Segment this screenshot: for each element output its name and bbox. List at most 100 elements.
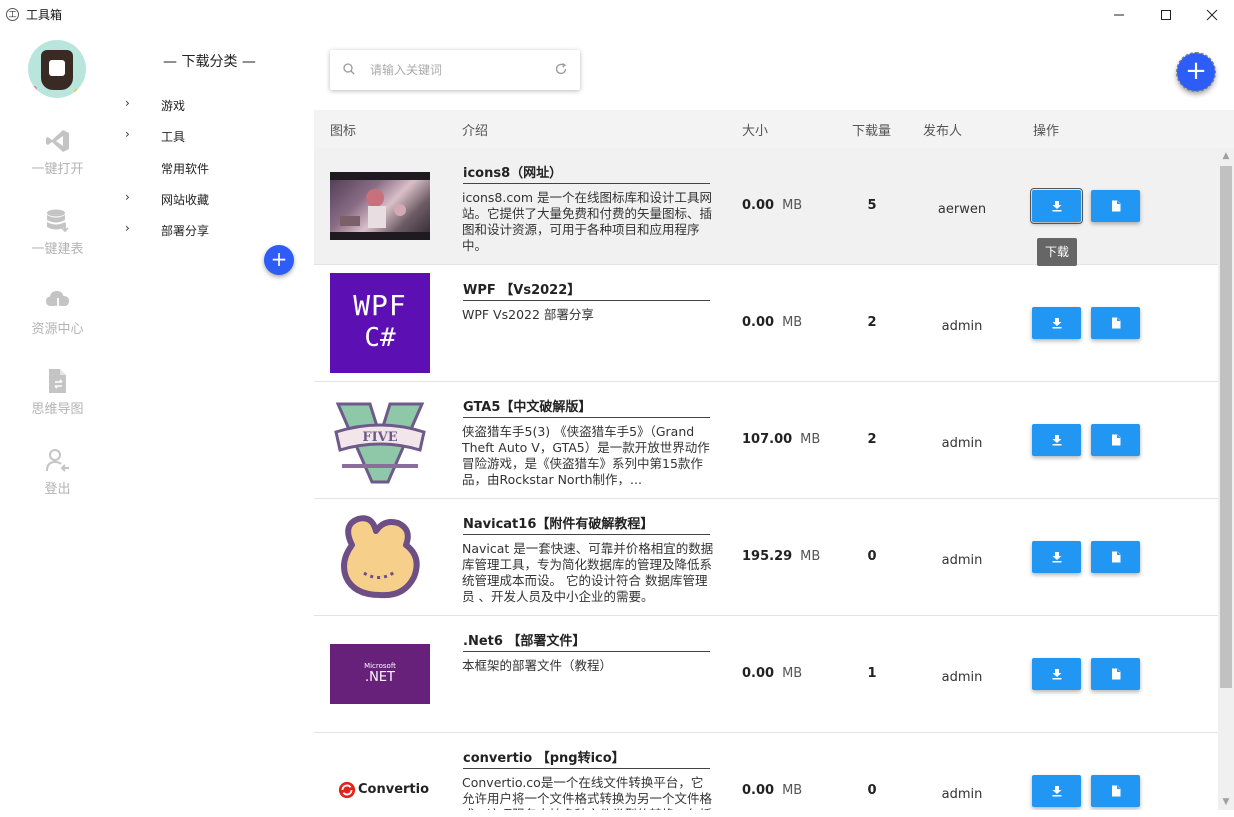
file-icon: [1111, 434, 1120, 446]
detail-button[interactable]: [1091, 541, 1140, 573]
header-actions: 操作: [1033, 124, 1060, 139]
table-row[interactable]: FIVE GTA5【中文破解版】 侠盗猎车手5(3) 《侠盗猎车手5》（Gran…: [314, 382, 1218, 499]
avatar-face: [41, 50, 73, 90]
category-item-website-bookmarks[interactable]: › 网站收藏: [115, 187, 305, 211]
publisher: admin: [941, 553, 983, 568]
nav-item-label: 思维导图: [31, 402, 84, 417]
avatar-dot: [74, 89, 79, 94]
chevron-right-icon: ›: [125, 190, 130, 204]
nav-item-create-table[interactable]: 一键建表: [0, 208, 115, 268]
size-value: 107.00: [742, 432, 793, 447]
scroll-down-arrow-icon[interactable]: ▼: [1221, 797, 1231, 807]
download-icon: [1052, 669, 1061, 680]
category-item-games[interactable]: › 游戏: [115, 93, 305, 117]
anime-illustration-icon: [330, 172, 430, 240]
thumb-icons8: [330, 172, 430, 240]
detail-button[interactable]: [1091, 775, 1140, 807]
download-button[interactable]: [1032, 541, 1081, 573]
detail-button[interactable]: [1091, 424, 1140, 456]
category-label: 游戏: [161, 99, 186, 113]
header-icon: 图标: [330, 124, 357, 139]
size-value: 0.00: [742, 666, 775, 681]
download-icon: [1052, 318, 1061, 329]
download-button[interactable]: [1032, 307, 1081, 339]
close-icon: [1206, 9, 1218, 21]
app-window: 工 工具箱 一键打开 一键建表 资源中心 思维导图 登出 — 下载分类 — › …: [0, 0, 1234, 817]
maximize-button[interactable]: [1143, 0, 1189, 30]
logout-user-icon: [45, 449, 69, 472]
thumb-gta5: FIVE: [330, 390, 430, 490]
nav-item-logout[interactable]: 登出: [0, 448, 115, 508]
nav-item-open[interactable]: 一键打开: [0, 128, 115, 188]
size-unit: MB: [782, 783, 803, 798]
wpf-logo-text: WPF: [353, 289, 407, 322]
refresh-icon[interactable]: [554, 62, 568, 76]
search-icon: [343, 63, 355, 75]
download-button[interactable]: [1030, 188, 1083, 224]
size-unit: MB: [782, 315, 803, 330]
size-value: 0.00: [742, 315, 775, 330]
table-row[interactable]: Navicat16【附件有破解教程】 Navicat 是一套快速、可靠并价格相宜…: [314, 499, 1218, 616]
download-button[interactable]: [1032, 775, 1081, 807]
title-bar: 工 工具箱: [0, 0, 1234, 30]
nav-item-resource-center[interactable]: 资源中心: [0, 288, 115, 348]
scroll-up-arrow-icon[interactable]: ▲: [1221, 151, 1231, 161]
category-item-tools[interactable]: › 工具: [115, 124, 305, 148]
side-nav: 一键打开 一键建表 资源中心 思维导图 登出: [0, 30, 115, 817]
add-category-button[interactable]: +: [264, 245, 294, 275]
avatar[interactable]: [28, 40, 86, 98]
resource-size: 107.00 MB: [742, 432, 820, 447]
download-tooltip: 下载: [1037, 238, 1077, 266]
detail-button[interactable]: [1091, 190, 1140, 222]
search-box: [330, 50, 580, 90]
table-row[interactable]: Microsoft .NET .Net6 【部署文件】 本框架的部署文件（教程）…: [314, 616, 1218, 733]
avatar-dot: [32, 86, 37, 91]
download-icon: [1052, 435, 1061, 446]
resource-name: Navicat16【附件有破解教程】: [463, 513, 710, 535]
detail-button[interactable]: [1091, 307, 1140, 339]
download-count: 5: [867, 198, 877, 213]
table-scrollbar[interactable]: ▲ ▼: [1218, 148, 1234, 810]
resource-size: 0.00 MB: [742, 783, 802, 798]
nav-item-mindmap[interactable]: 思维导图: [0, 368, 115, 428]
size-value: 0.00: [742, 198, 775, 213]
window-title: 工具箱: [26, 8, 63, 22]
add-resource-button[interactable]: +: [1176, 52, 1216, 92]
scrollbar-thumb[interactable]: [1220, 166, 1232, 688]
download-button[interactable]: [1032, 658, 1081, 690]
publisher: admin: [941, 436, 983, 451]
file-sync-icon: [48, 369, 66, 393]
avatar-dot: [77, 44, 82, 49]
table-row[interactable]: icons8（网址） icons8.com 是一个在线图标库和设计工具网站。它提…: [314, 148, 1218, 265]
resource-name: convertio 【png转ico】: [463, 747, 710, 769]
convertio-text: Convertio: [358, 782, 430, 797]
resource-desc: Convertio.co是一个在线文件转换平台，它允许用户将一个文件格式转换为另…: [462, 775, 713, 810]
search-input[interactable]: [370, 60, 540, 80]
header-publisher: 发布人: [923, 124, 963, 139]
download-count: 2: [867, 315, 877, 330]
app-logo-icon: 工: [6, 8, 19, 21]
close-button[interactable]: [1189, 0, 1234, 30]
header-intro: 介绍: [462, 124, 489, 139]
size-unit: MB: [782, 198, 803, 213]
thumb-wpf: WPF C#: [330, 273, 430, 373]
category-item-deploy-share[interactable]: › 部署分享: [115, 218, 305, 242]
category-item-common-software[interactable]: 常用软件: [115, 156, 305, 180]
nav-item-label: 资源中心: [31, 322, 84, 337]
chevron-right-icon: ›: [125, 221, 130, 235]
table-row[interactable]: Convertio convertio 【png转ico】 Convertio.…: [314, 733, 1218, 810]
download-icon: [1052, 552, 1061, 563]
minimize-button[interactable]: [1096, 0, 1142, 30]
nav-item-label: 一键打开: [31, 162, 84, 177]
category-label: 常用软件: [161, 162, 210, 176]
category-label: 工具: [161, 130, 186, 144]
resource-size: 0.00 MB: [742, 198, 802, 213]
download-button[interactable]: [1032, 424, 1081, 456]
table-row[interactable]: WPF C# WPF 【Vs2022】 WPF Vs2022 部署分享 0.00…: [314, 265, 1218, 382]
file-icon: [1111, 551, 1120, 563]
download-count: 2: [867, 432, 877, 447]
chevron-right-icon: ›: [125, 127, 130, 141]
detail-button[interactable]: [1091, 658, 1140, 690]
resource-size: 0.00 MB: [742, 315, 802, 330]
category-label: 部署分享: [161, 224, 210, 238]
